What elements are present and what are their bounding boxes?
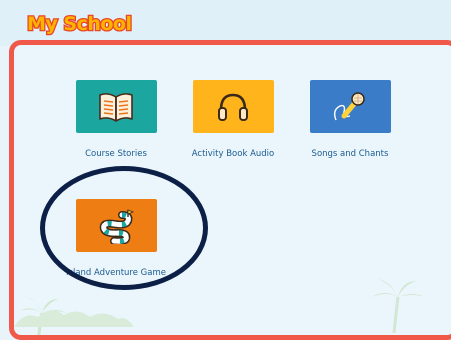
microphone-icon [333,91,365,120]
palm-tree-right-decoration [372,279,426,333]
tile-activity-book-audio-box[interactable] [192,80,274,133]
tile-island-adventure-game[interactable]: Island Adventure Game [46,199,186,278]
page-title: My School [26,12,134,37]
bush-decoration [14,310,134,327]
tile-songs-and-chants[interactable]: Songs and Chants [280,80,420,159]
headphones-icon [218,93,248,121]
tile-songs-and-chants-box[interactable] [309,80,391,133]
board-game-path-icon [99,208,135,244]
open-book-icon [99,92,133,122]
tile-course-stories-box[interactable] [75,80,157,133]
tile-songs-and-chants-label[interactable]: Songs and Chants [280,149,420,159]
tile-island-adventure-game-label[interactable]: Island Adventure Game [46,268,186,278]
tile-island-adventure-game-box[interactable] [75,199,157,252]
